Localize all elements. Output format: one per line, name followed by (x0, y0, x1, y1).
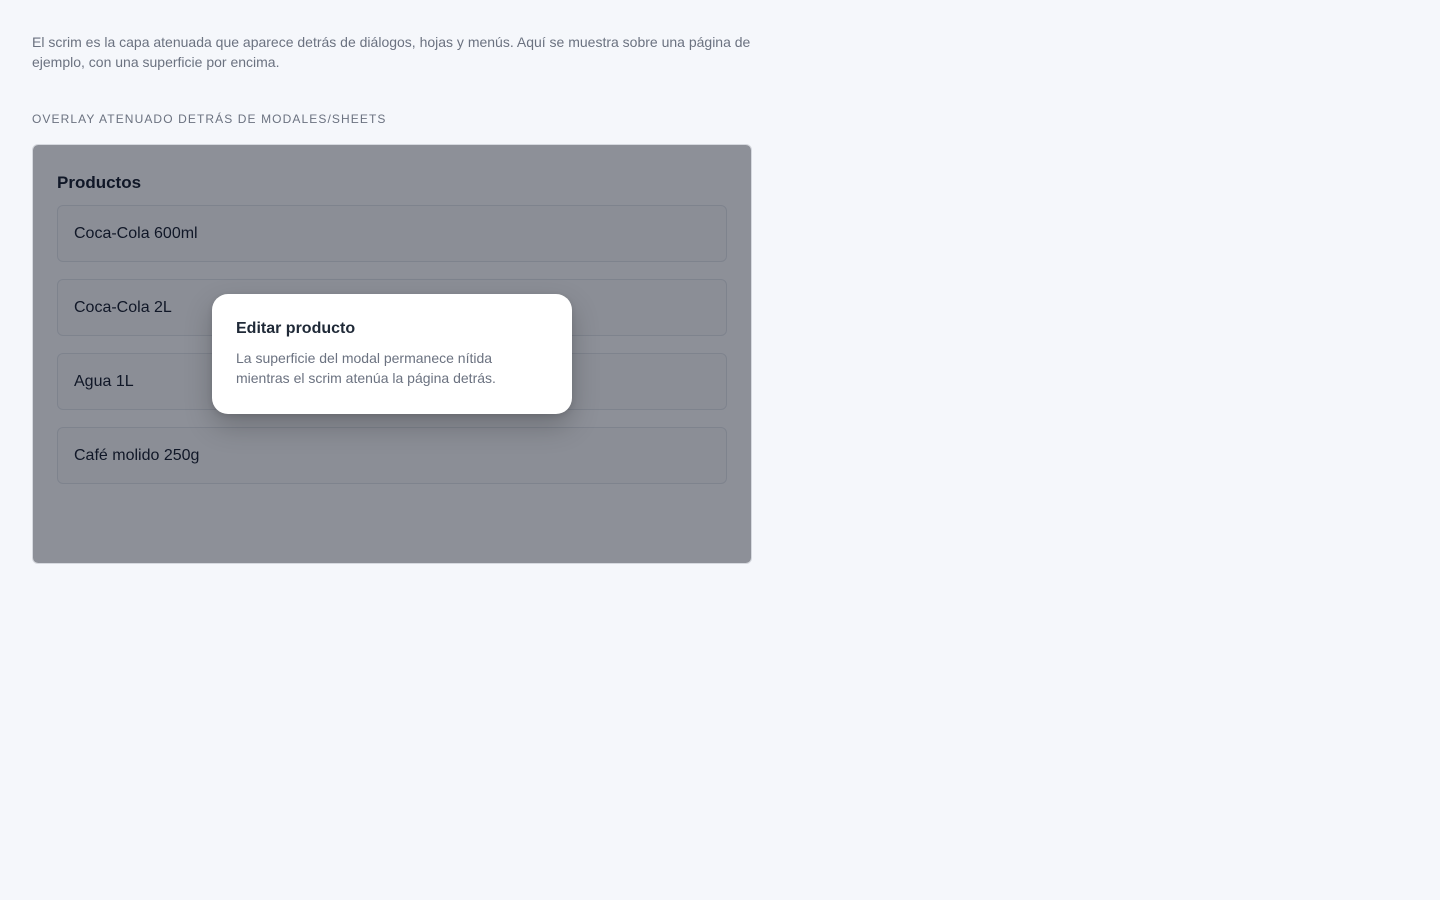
scrim-demo-frame: Productos Coca-Cola 600ml Coca-Cola 2L A… (32, 144, 752, 564)
modal-description: La superficie del modal permanece nítida… (236, 350, 496, 386)
intro-description: El scrim es la capa atenuada que aparece… (32, 34, 751, 70)
modal-title: Editar producto (236, 320, 356, 337)
section-label: OVERLAY ATENUADO DETRÁS DE MODALES/SHEET… (32, 112, 387, 126)
edit-product-modal: Editar producto La superficie del modal … (212, 294, 572, 414)
